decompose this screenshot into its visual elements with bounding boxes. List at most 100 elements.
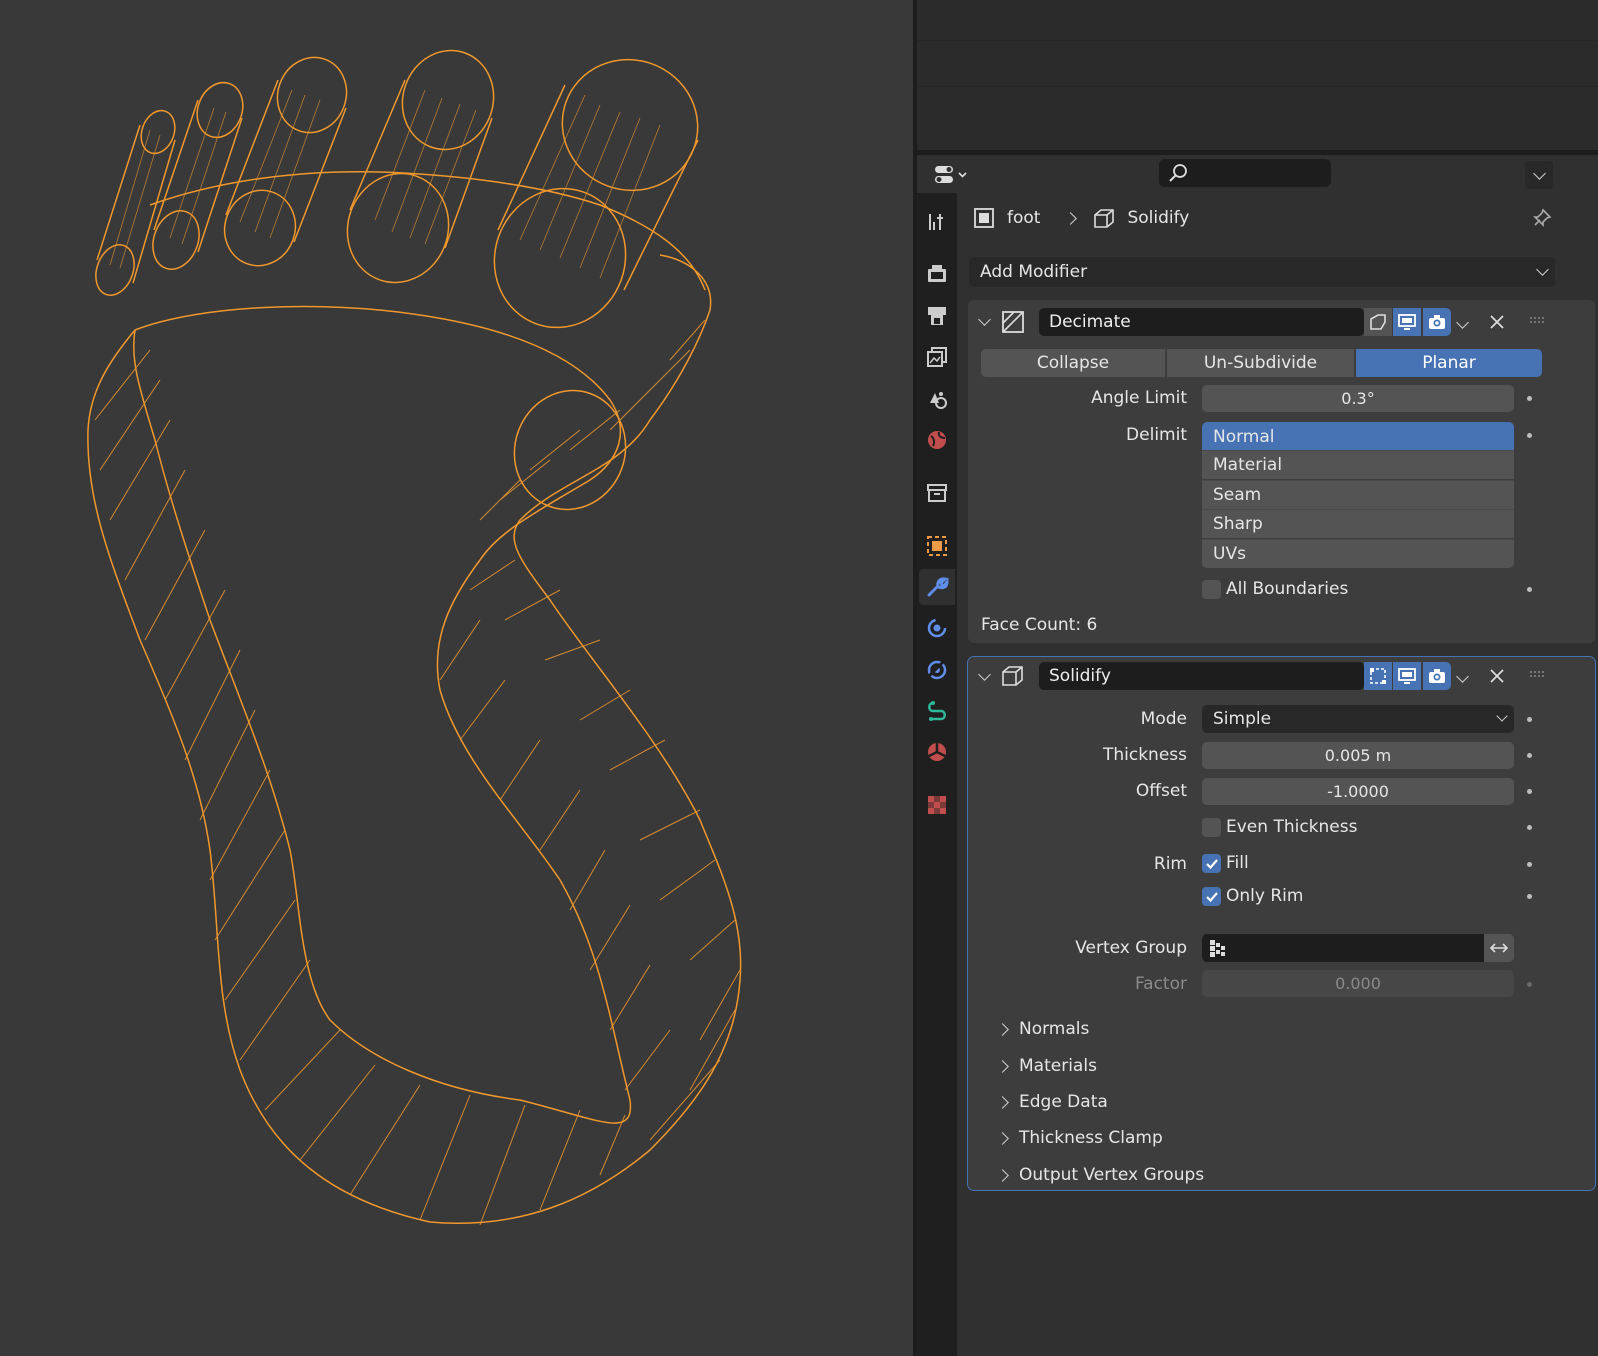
keyframe-dot[interactable] <box>1527 433 1532 438</box>
tab-modifiers[interactable] <box>919 569 955 605</box>
tab-world[interactable] <box>919 422 955 458</box>
delimit-material[interactable]: Material <box>1202 450 1514 479</box>
render-toggle[interactable] <box>1423 308 1451 336</box>
edit-mode-toggle[interactable] <box>1364 308 1392 336</box>
offset-label: Offset <box>1135 781 1187 801</box>
vertex-group-label: Vertex Group <box>1075 938 1187 958</box>
vertex-group-field[interactable] <box>1202 934 1484 962</box>
mode-dropdown[interactable]: Simple <box>1202 705 1514 733</box>
decimate-modifier-icon <box>1002 311 1024 333</box>
keyframe-dot[interactable] <box>1527 894 1532 899</box>
only-rim-checkbox[interactable] <box>1202 887 1221 906</box>
edit-mode-icon <box>1370 668 1386 684</box>
edge-data-subpanel[interactable]: Edge Data <box>996 1087 1108 1117</box>
all-boundaries-checkbox[interactable] <box>1202 580 1221 599</box>
drag-handle-icon[interactable] <box>1529 316 1545 326</box>
thickness-field[interactable]: 0.005 m <box>1202 742 1514 769</box>
tab-scene[interactable] <box>919 381 955 417</box>
edit-mode-toggle[interactable] <box>1364 662 1392 690</box>
tab-texture[interactable] <box>919 787 955 823</box>
realtime-toggle[interactable] <box>1393 662 1421 690</box>
output-vertex-groups-subpanel[interactable]: Output Vertex Groups <box>996 1160 1205 1190</box>
mode-planar[interactable]: Planar <box>1356 349 1542 377</box>
face-count: Face Count: 6 <box>981 615 1098 635</box>
solidify-menu-dropdown[interactable] <box>1456 666 1469 686</box>
solidify-collapse-toggle[interactable] <box>978 664 991 684</box>
chevron-down-icon <box>1536 263 1549 276</box>
materials-subpanel[interactable]: Materials <box>996 1051 1097 1081</box>
keyframe-dot[interactable] <box>1527 825 1532 830</box>
data-icon <box>928 743 946 761</box>
close-icon[interactable] <box>1489 314 1505 330</box>
keyframe-dot[interactable] <box>1527 753 1532 758</box>
chevron-down-icon <box>978 668 991 681</box>
mode-value: Simple <box>1213 709 1272 729</box>
properties-editor-icon <box>935 166 967 183</box>
tab-view-layer[interactable] <box>919 339 955 375</box>
solidify-name-field[interactable]: Solidify <box>1039 662 1364 690</box>
render-icon <box>928 265 946 282</box>
physics-icon <box>927 660 947 680</box>
invert-vertex-group-button[interactable] <box>1484 934 1514 962</box>
search-input[interactable] <box>1159 159 1331 187</box>
modifier-properties: foot Solidify Add Modifier Decimate Coll… <box>957 193 1598 1356</box>
delimit-list: Normal Material Seam Sharp UVs <box>1202 422 1514 568</box>
object-icon <box>927 536 947 556</box>
solidify-modifier-icon <box>1002 666 1023 686</box>
chevron-down-icon <box>1532 166 1546 180</box>
fill-checkbox[interactable] <box>1202 854 1221 873</box>
tab-data[interactable] <box>919 734 955 770</box>
realtime-toggle[interactable] <box>1393 308 1421 336</box>
pin-icon[interactable] <box>1531 207 1553 229</box>
keyframe-dot[interactable] <box>1527 396 1532 401</box>
mode-label: Mode <box>1140 709 1187 729</box>
texture-icon <box>928 796 946 814</box>
tab-render[interactable] <box>919 256 955 292</box>
offset-field[interactable]: -1.0000 <box>1202 778 1514 805</box>
edge-data-label: Edge Data <box>1019 1092 1108 1112</box>
decimate-collapse-toggle[interactable] <box>978 309 991 329</box>
vertex-group-icon <box>1210 940 1225 957</box>
chevron-down-icon <box>1496 710 1508 722</box>
tab-collection[interactable] <box>919 475 955 511</box>
normals-label: Normals <box>1019 1019 1090 1039</box>
breadcrumb-separator-icon <box>1064 211 1078 225</box>
render-toggle[interactable] <box>1423 662 1451 690</box>
tab-object[interactable] <box>919 528 955 564</box>
chevron-down-icon <box>978 313 991 326</box>
editor-type-button[interactable] <box>929 160 973 190</box>
keyframe-dot[interactable] <box>1527 587 1532 592</box>
chevron-right-icon <box>996 1095 1009 1109</box>
3d-viewport[interactable] <box>0 0 913 1356</box>
output-vertex-groups-label: Output Vertex Groups <box>1019 1165 1205 1185</box>
mode-collapse[interactable]: Collapse <box>981 349 1165 377</box>
add-modifier-dropdown[interactable]: Add Modifier <box>969 257 1555 287</box>
delimit-sharp[interactable]: Sharp <box>1202 509 1514 538</box>
chevron-right-icon <box>996 1131 1009 1145</box>
thickness-label: Thickness <box>1102 745 1187 765</box>
keyframe-dot[interactable] <box>1527 717 1532 722</box>
delimit-normal[interactable]: Normal <box>1202 422 1514 451</box>
properties-editor: foot Solidify Add Modifier Decimate Coll… <box>917 155 1598 1356</box>
tab-particles[interactable] <box>919 610 955 646</box>
thickness-clamp-subpanel[interactable]: Thickness Clamp <box>996 1123 1163 1153</box>
decimate-name-field[interactable]: Decimate <box>1039 308 1364 336</box>
options-dropdown-button[interactable] <box>1525 161 1553 189</box>
drag-handle-icon[interactable] <box>1529 670 1545 680</box>
tab-physics[interactable] <box>919 652 955 688</box>
angle-limit-field[interactable]: 0.3° <box>1202 385 1514 412</box>
delimit-uvs[interactable]: UVs <box>1202 539 1514 568</box>
keyframe-dot[interactable] <box>1527 789 1532 794</box>
even-thickness-checkbox[interactable] <box>1202 818 1221 837</box>
tab-output[interactable] <box>919 298 955 334</box>
tab-constraints[interactable] <box>919 693 955 729</box>
mode-un-subdivide[interactable]: Un-Subdivide <box>1167 349 1354 377</box>
tab-tool[interactable] <box>919 204 955 240</box>
monitor-icon <box>1398 668 1416 684</box>
keyframe-dot[interactable] <box>1527 862 1532 867</box>
delimit-seam[interactable]: Seam <box>1202 480 1514 509</box>
add-modifier-label: Add Modifier <box>980 262 1088 282</box>
decimate-menu-dropdown[interactable] <box>1456 312 1469 332</box>
close-icon[interactable] <box>1489 668 1505 684</box>
normals-subpanel[interactable]: Normals <box>996 1014 1090 1044</box>
